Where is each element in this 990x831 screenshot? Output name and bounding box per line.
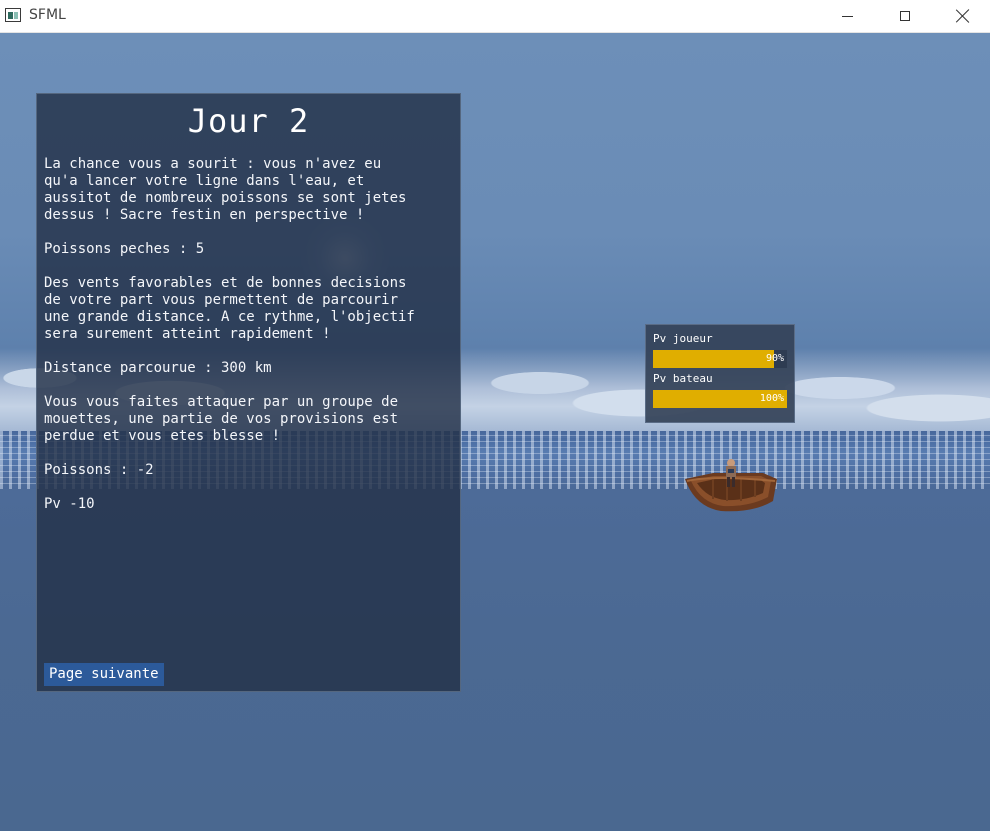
boat-hp-value: 100% [759,393,784,404]
boat-hp-label: Pv bateau [653,372,713,385]
event-paragraph-seagulls: Vous vous faites attaquer par un groupe … [44,394,399,444]
player-hp-fill [653,350,774,368]
event-paragraph-travel: Des vents favorables et de bonnes decisi… [44,275,415,342]
boat-hp-bar: 100% [653,390,787,408]
maximize-button[interactable] [876,0,934,32]
status-panel: Pv joueur 90% Pv bateau 100% [645,324,795,423]
close-icon [956,9,970,23]
next-page-button[interactable]: Page suivante [44,663,164,686]
window-title: SFML [29,7,66,23]
day-title: Jour 2 [187,102,310,140]
fish-change: Poissons : -2 [44,462,154,478]
event-dialog: Jour 2 La chance vous a sourit : vous n'… [36,93,461,692]
app-icon [5,8,21,22]
event-paragraph-fishing: La chance vous a sourit : vous n'avez eu… [44,156,407,223]
player-hp-value: 90% [765,353,784,364]
minimize-button[interactable] [818,0,876,32]
game-scene: Pv joueur 90% Pv bateau 100% Jour 2 La c… [0,33,990,831]
boat-sprite [685,459,777,512]
window-titlebar: SFML [0,0,990,33]
event-text: La chance vous a sourit : vous n'avez eu… [44,156,454,530]
player-hp-bar: 90% [653,350,787,368]
maximize-icon [900,11,910,21]
minimize-icon [841,15,853,17]
hp-change: Pv -10 [44,496,95,512]
close-button[interactable] [934,0,990,32]
player-hp-label: Pv joueur [653,332,713,345]
fish-caught: Poissons peches : 5 [44,241,205,257]
distance-travelled: Distance parcourue : 300 km [44,360,272,376]
